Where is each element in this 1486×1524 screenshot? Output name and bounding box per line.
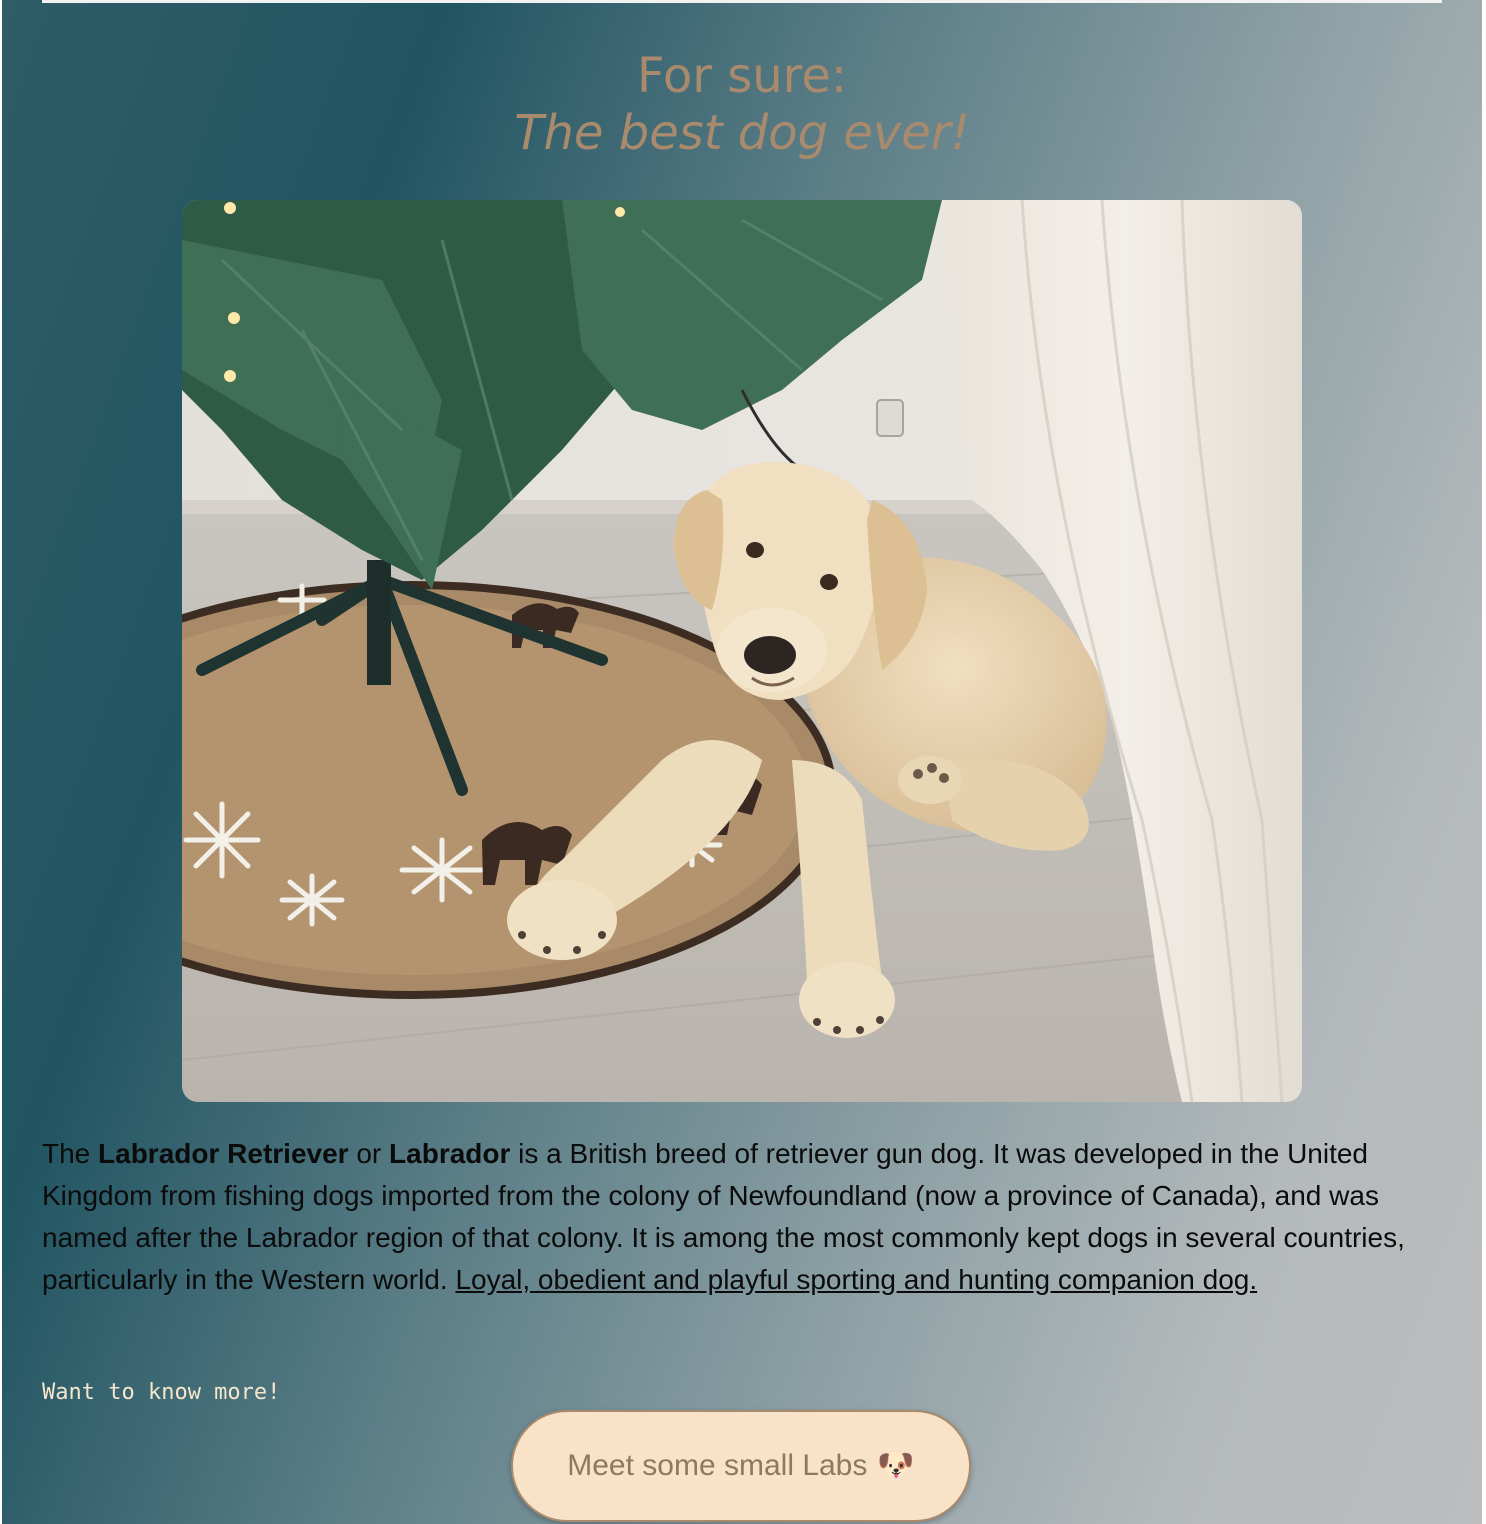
- top-divider: [42, 0, 1442, 3]
- page: For sure: The best dog ever! The Labrado…: [2, 0, 1482, 1524]
- meet-small-labs-button[interactable]: Meet some small Labs 🐶: [511, 1410, 971, 1522]
- page-headline: For sure: The best dog ever!: [2, 48, 1482, 162]
- breed-description: The Labrador Retriever or Labrador is a …: [42, 1133, 1442, 1301]
- breed-name-short: Labrador: [389, 1138, 511, 1169]
- companion-dog-link[interactable]: Loyal, obedient and playful sporting and…: [455, 1264, 1257, 1295]
- description-joiner: or: [348, 1138, 390, 1169]
- meet-small-labs-button-label: Meet some small Labs: [567, 1449, 868, 1482]
- breed-name-primary: Labrador Retriever: [98, 1138, 349, 1169]
- headline-line-2: The best dog ever!: [514, 105, 970, 161]
- dog-face-icon: 🐶: [877, 1449, 915, 1482]
- labrador-puppy-photo: [182, 200, 1302, 1102]
- description-intro: The: [42, 1138, 99, 1169]
- want-to-know-more-label: Want to know more!: [42, 1380, 281, 1405]
- headline-line-1: For sure:: [636, 48, 848, 104]
